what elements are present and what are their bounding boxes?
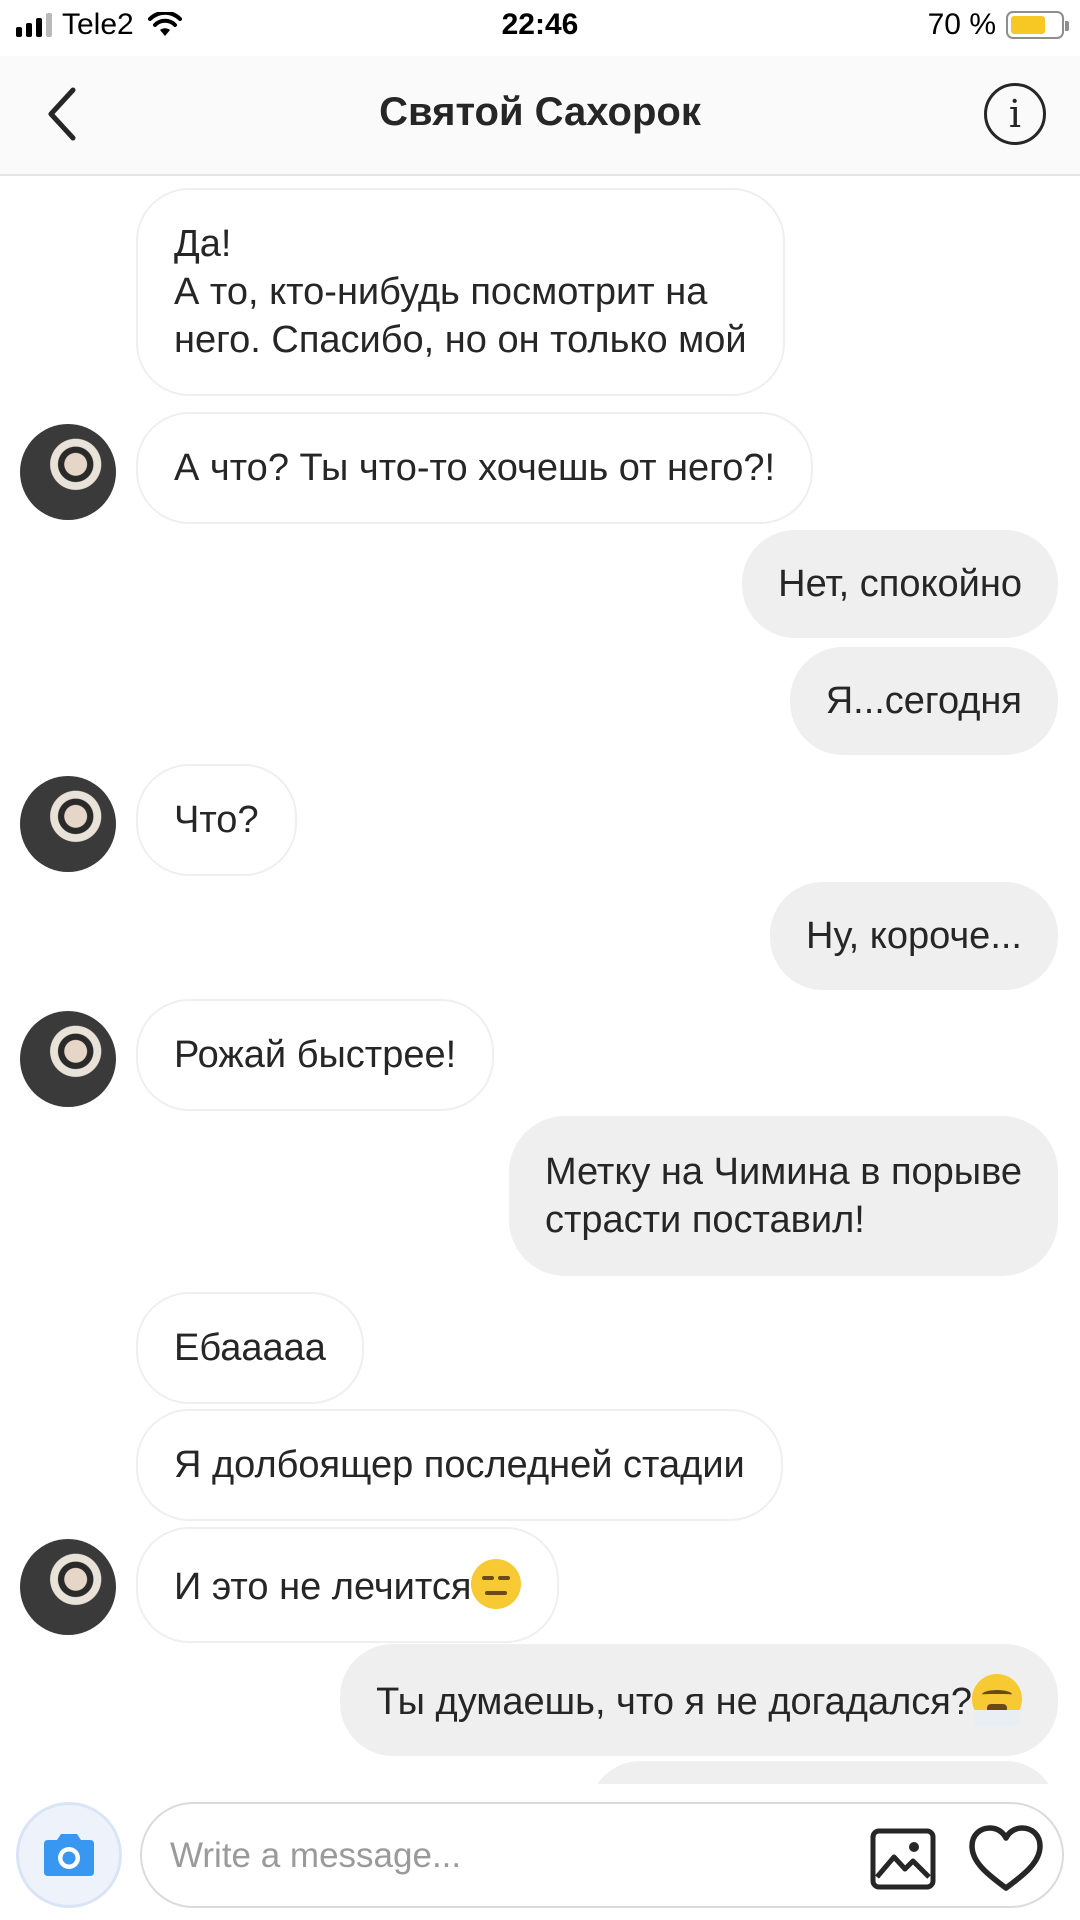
message-text: Нет, спокойно [778, 563, 1022, 605]
battery-level-fill [1011, 16, 1045, 34]
message-text: Что? [174, 799, 259, 841]
camera-button[interactable] [16, 1802, 122, 1908]
message-bubble-incoming[interactable]: Рожай быстрее! [136, 999, 495, 1111]
heart-icon [969, 1825, 1043, 1891]
status-time: 22:46 [501, 8, 579, 41]
message-text: Ну, короче... [806, 915, 1022, 957]
message-list[interactable]: Да! А то, кто-нибудь посмотрит на него. … [0, 178, 1080, 1784]
message-text: Ебааааа [174, 1327, 326, 1369]
message-text: Да! А то, кто-нибудь посмотрит на него. … [174, 223, 747, 361]
contact-avatar[interactable] [20, 424, 116, 520]
message-bubble-outgoing[interactable]: Нет, спокойно [742, 530, 1058, 638]
message-input-wrapper [140, 1802, 1064, 1908]
message-text: А что? Ты что-то хочешь от него?! [174, 447, 776, 489]
message-text: Я...сегодня [825, 680, 1022, 722]
message-bubble-incoming[interactable]: Я долбоящер последней стадии [136, 1409, 783, 1521]
message-text: Ты думаешь, что я не догадался? [376, 1681, 972, 1723]
status-right: 70 % [927, 8, 1069, 42]
camera-icon [44, 1834, 94, 1876]
message-bubble-outgoing[interactable]: Ты думаешь, что я не догадался? [340, 1644, 1058, 1756]
chat-title[interactable]: Святой Сахорок [0, 90, 1080, 135]
like-button[interactable] [967, 1824, 1045, 1894]
message-text: И это не лечится [174, 1566, 472, 1608]
message-composer [0, 1784, 1080, 1920]
gallery-button[interactable] [870, 1828, 936, 1890]
message-input[interactable] [170, 1828, 870, 1884]
contact-avatar[interactable] [20, 776, 116, 872]
contact-avatar[interactable] [20, 1011, 116, 1107]
message-bubble-outgoing[interactable]: Метку на Чимина в порыве страсти постави… [508, 1116, 1058, 1276]
battery-percent: 70 % [927, 8, 996, 41]
image-icon [870, 1828, 936, 1890]
message-bubble-incoming[interactable]: Что? [136, 764, 297, 876]
dm-screen: Tele2 22:46 70 % Святой Сахорок i Да! А … [0, 0, 1080, 1920]
status-bar: Tele2 22:46 70 % [0, 0, 1080, 56]
battery-icon [1006, 11, 1069, 39]
contact-avatar[interactable] [20, 1539, 116, 1635]
message-bubble-outgoing-partial[interactable] [588, 1761, 1058, 1784]
info-button[interactable]: i [984, 83, 1046, 145]
message-bubble-incoming[interactable]: Ебааааа [136, 1292, 364, 1404]
message-bubble-outgoing[interactable]: Ну, короче... [770, 882, 1058, 990]
message-text: Метку на Чимина в порыве страсти постави… [544, 1151, 1022, 1241]
chat-header: Святой Сахорок i [0, 56, 1080, 176]
message-bubble-incoming[interactable]: Да! А то, кто-нибудь посмотрит на него. … [136, 188, 785, 396]
message-text: Рожай быстрее! [174, 1034, 457, 1076]
message-text: Я долбоящер последней стадии [174, 1444, 745, 1486]
face-with-steam-emoji [972, 1674, 1022, 1726]
expressionless-face-emoji [471, 1559, 522, 1609]
info-icon: i [1008, 92, 1022, 136]
message-bubble-incoming[interactable]: А что? Ты что-то хочешь от него?! [136, 412, 814, 524]
message-bubble-incoming[interactable]: И это не лечится [136, 1527, 560, 1643]
message-bubble-outgoing[interactable]: Я...сегодня [789, 647, 1058, 755]
